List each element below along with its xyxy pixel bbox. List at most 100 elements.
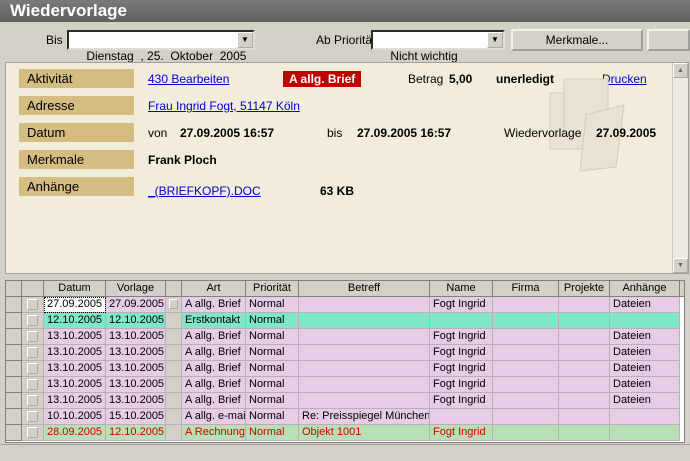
wiedervorlage-label: Wiedervorlage <box>504 126 582 140</box>
cell-prioritaet: Normal <box>246 297 299 313</box>
header-anhaenge[interactable]: Anhänge <box>610 281 680 297</box>
cell-betreff <box>299 361 430 377</box>
row-checkbox[interactable] <box>27 395 38 406</box>
bis-detail-label: bis <box>327 126 343 140</box>
cell-name: Fogt Ingrid <box>430 393 493 409</box>
cell-projekte <box>559 313 610 329</box>
type-badge: A allg. Brief <box>283 71 362 87</box>
scroll-up-icon[interactable]: ▲ <box>673 63 688 78</box>
table-row[interactable]: 13.10.2005 13.10.2005 A allg. Brief Normal F… <box>6 377 680 393</box>
merkmale-button[interactable]: Merkmale... <box>511 29 643 51</box>
anhaenge-label: Anhänge <box>19 177 134 196</box>
table-row[interactable]: 13.10.2005 13.10.2005 A allg. Brief Normal F… <box>6 329 680 345</box>
row-checkbox[interactable] <box>27 379 38 390</box>
betrag-value: 5,00 <box>449 72 473 86</box>
status-bar <box>0 444 690 461</box>
cell-projekte <box>559 393 610 409</box>
cell-marker <box>166 297 182 313</box>
table-row[interactable]: 13.10.2005 13.10.2005 A allg. Brief Normal F… <box>6 345 680 361</box>
cell-anhaenge <box>610 409 680 425</box>
row-checkbox[interactable] <box>27 299 38 310</box>
row-selector[interactable] <box>6 313 22 329</box>
cell-marker <box>166 409 182 425</box>
aktivitaet-link[interactable]: 430 Bearbeiten <box>148 71 229 87</box>
anhang-file-link[interactable]: _(BRIEFKOPF).DOC <box>148 183 261 199</box>
cell-projekte <box>559 329 610 345</box>
cell-projekte <box>559 425 610 441</box>
cell-vorlage: 13.10.2005 <box>106 345 166 361</box>
row-checkbox[interactable] <box>27 331 38 342</box>
table-header: Datum Vorlage Art Priorität Betreff Name… <box>6 281 684 297</box>
bis-detail-value: 27.09.2005 16:57 <box>357 126 452 140</box>
header-firma[interactable]: Firma <box>493 281 559 297</box>
row-checkbox[interactable] <box>27 315 38 326</box>
table-row[interactable]: 28.09.2005 12.10.2005 A Rechnung Normal Obje… <box>6 425 680 441</box>
header-projekte[interactable]: Projekte <box>559 281 610 297</box>
header-betreff[interactable]: Betreff <box>299 281 430 297</box>
row-marker-icon[interactable] <box>169 299 178 309</box>
table-row[interactable]: 10.10.2005 15.10.2005 A allg. e-mail Normal… <box>6 409 680 425</box>
header-art[interactable]: Art <box>182 281 246 297</box>
cell-vorlage: 12.10.2005 <box>106 313 166 329</box>
row-checkbox[interactable] <box>27 347 38 358</box>
merkmale-value: Frank Ploch <box>148 153 217 167</box>
chevron-down-icon[interactable]: ▼ <box>487 32 503 48</box>
cell-betreff: Objekt 1001 <box>299 425 430 441</box>
cell-name: Fogt Ingrid <box>430 377 493 393</box>
cell-datum: 28.09.2005 <box>44 425 106 441</box>
anhang-size: 63 KB <box>320 184 355 198</box>
cell-vorlage: 27.09.2005 <box>106 297 166 313</box>
bis-date-picker[interactable]: Dienstag , 25. Oktober 2005 ▼ <box>67 30 255 63</box>
cell-vorlage: 15.10.2005 <box>106 409 166 425</box>
table-row[interactable]: 12.10.2005 12.10.2005 Erstkontakt Normal <box>6 313 680 329</box>
row-checkbox[interactable] <box>27 411 38 422</box>
scroll-down-icon[interactable]: ▼ <box>673 258 688 273</box>
row-selector[interactable] <box>6 425 22 441</box>
header-name[interactable]: Name <box>430 281 493 297</box>
header-datum[interactable]: Datum <box>44 281 106 297</box>
cell-datum: 13.10.2005 <box>44 377 106 393</box>
row-selector[interactable] <box>6 329 22 345</box>
cell-betreff <box>299 345 430 361</box>
extra-button[interactable] <box>647 29 690 51</box>
cell-betreff <box>299 297 430 313</box>
cell-firma <box>493 329 559 345</box>
priority-select[interactable]: Nicht wichtig ▼ <box>371 30 505 63</box>
cell-datum: 13.10.2005 <box>44 329 106 345</box>
cell-name: Fogt Ingrid <box>430 345 493 361</box>
adresse-link[interactable]: Frau Ingrid Fogt, 51147 Köln <box>148 98 300 114</box>
row-selector[interactable] <box>6 361 22 377</box>
cell-name: Fogt Ingrid <box>430 425 493 441</box>
table-row[interactable]: 27.09.2005 27.09.2005 A allg. Brief Normal F… <box>6 297 680 313</box>
cell-vorlage: 12.10.2005 <box>106 425 166 441</box>
table-row[interactable]: 13.10.2005 13.10.2005 A allg. Brief Normal F… <box>6 361 680 377</box>
cell-projekte <box>559 345 610 361</box>
cell-art: A Rechnung <box>182 425 246 441</box>
header-prioritaet[interactable]: Priorität <box>246 281 299 297</box>
row-checkbox[interactable] <box>27 427 38 438</box>
row-selector[interactable] <box>6 345 22 361</box>
chevron-down-icon[interactable]: ▼ <box>237 32 253 48</box>
header-vorlage[interactable]: Vorlage <box>106 281 166 297</box>
cell-prioritaet: Normal <box>246 361 299 377</box>
cell-firma <box>493 345 559 361</box>
wiedervorlage-table: Datum Vorlage Art Priorität Betreff Name… <box>5 280 685 443</box>
row-selector[interactable] <box>6 297 22 313</box>
cell-prioritaet: Normal <box>246 377 299 393</box>
cell-name: Fogt Ingrid <box>430 361 493 377</box>
cell-betreff <box>299 393 430 409</box>
cell-betreff <box>299 377 430 393</box>
header-corner <box>6 281 22 297</box>
detail-scrollbar[interactable]: ▲ ▼ <box>672 63 688 273</box>
row-selector[interactable] <box>6 393 22 409</box>
merkmale-label: Merkmale <box>19 150 134 169</box>
cell-prioritaet: Normal <box>246 329 299 345</box>
cell-marker <box>166 393 182 409</box>
row-checkbox[interactable] <box>27 363 38 374</box>
cell-projekte <box>559 377 610 393</box>
cell-name <box>430 409 493 425</box>
row-selector[interactable] <box>6 409 22 425</box>
row-selector[interactable] <box>6 377 22 393</box>
cell-betreff <box>299 313 430 329</box>
table-row[interactable]: 13.10.2005 13.10.2005 A allg. Brief Normal F… <box>6 393 680 409</box>
